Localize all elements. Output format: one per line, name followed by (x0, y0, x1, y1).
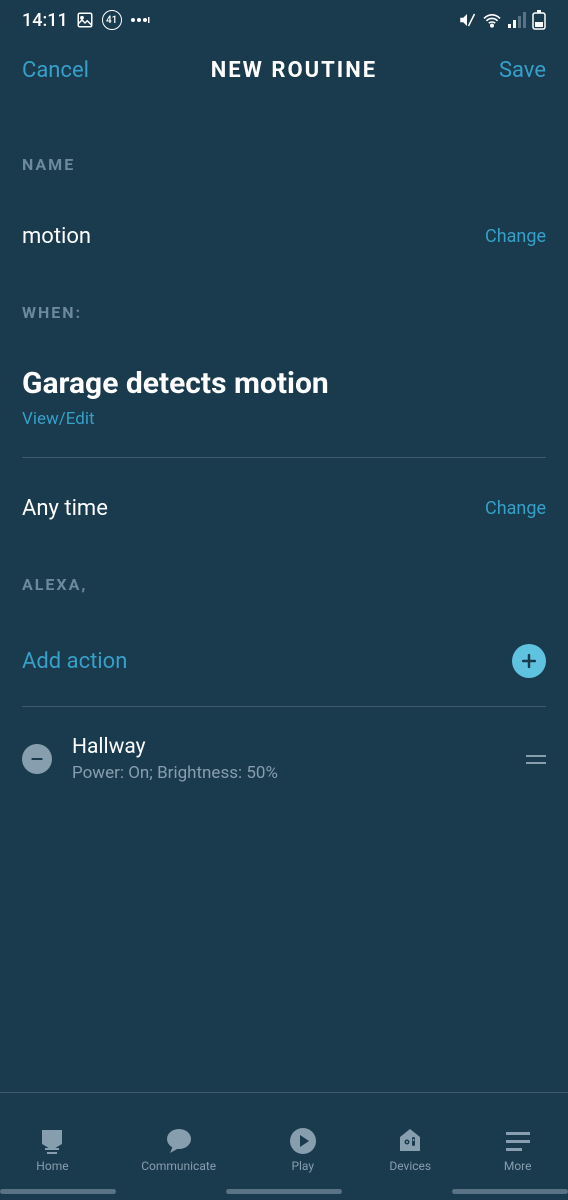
name-row: motion Change (22, 224, 546, 249)
communicate-icon (165, 1127, 193, 1155)
home-icon (38, 1127, 66, 1155)
home-indicator (0, 1189, 568, 1194)
add-action-row[interactable]: Add action (22, 644, 546, 678)
name-section-label: NAME (22, 155, 546, 174)
anytime-text: Any time (22, 496, 108, 521)
bottom-nav: Home Communicate Play Devices More (0, 1092, 568, 1200)
signal-icon (508, 12, 526, 28)
nav-home[interactable]: Home (36, 1127, 68, 1173)
more-dots-icon (130, 16, 150, 24)
play-icon (289, 1127, 317, 1155)
view-edit-link[interactable]: View/Edit (22, 409, 546, 429)
wifi-icon (482, 12, 502, 28)
cancel-button[interactable]: Cancel (22, 58, 89, 83)
action-row[interactable]: Hallway Power: On; Brightness: 50% (22, 735, 546, 783)
action-title: Hallway (72, 735, 506, 759)
status-time: 14:11 (22, 10, 68, 31)
status-left: 14:11 41 (22, 10, 150, 31)
save-button[interactable]: Save (499, 58, 546, 83)
notification-badge-icon: 41 (102, 10, 122, 30)
nav-home-label: Home (36, 1159, 68, 1173)
anytime-change-button[interactable]: Change (485, 498, 546, 519)
divider (22, 457, 546, 458)
nav-more[interactable]: More (504, 1127, 532, 1173)
routine-name-value: motion (22, 224, 91, 249)
nav-communicate[interactable]: Communicate (141, 1127, 216, 1173)
nav-play-label: Play (291, 1159, 314, 1173)
drag-handle-icon[interactable] (526, 755, 546, 764)
status-bar: 14:11 41 (0, 0, 568, 40)
header: Cancel NEW ROUTINE Save (0, 40, 568, 101)
action-subtitle: Power: On; Brightness: 50% (72, 763, 506, 783)
alexa-section-label: ALEXA, (22, 575, 546, 594)
nav-devices-label: Devices (389, 1159, 431, 1173)
plus-icon[interactable] (512, 644, 546, 678)
nav-devices[interactable]: Devices (389, 1127, 431, 1173)
nav-communicate-label: Communicate (141, 1159, 216, 1173)
devices-icon (396, 1127, 424, 1155)
page-title: NEW ROUTINE (211, 58, 377, 83)
remove-action-button[interactable] (22, 744, 52, 774)
more-icon (504, 1127, 532, 1155)
divider (22, 706, 546, 707)
content: NAME motion Change WHEN: Garage detects … (0, 155, 568, 783)
nav-play[interactable]: Play (289, 1127, 317, 1173)
when-section-label: WHEN: (22, 303, 546, 322)
status-right (458, 10, 546, 30)
add-action-text[interactable]: Add action (22, 649, 127, 674)
battery-icon (532, 10, 546, 30)
anytime-row: Any time Change (22, 496, 546, 521)
action-content[interactable]: Hallway Power: On; Brightness: 50% (72, 735, 506, 783)
gallery-icon (76, 11, 94, 29)
trigger-title: Garage detects motion (22, 366, 546, 401)
nav-more-label: More (504, 1159, 532, 1173)
name-change-button[interactable]: Change (485, 226, 546, 247)
mute-icon (458, 11, 476, 29)
